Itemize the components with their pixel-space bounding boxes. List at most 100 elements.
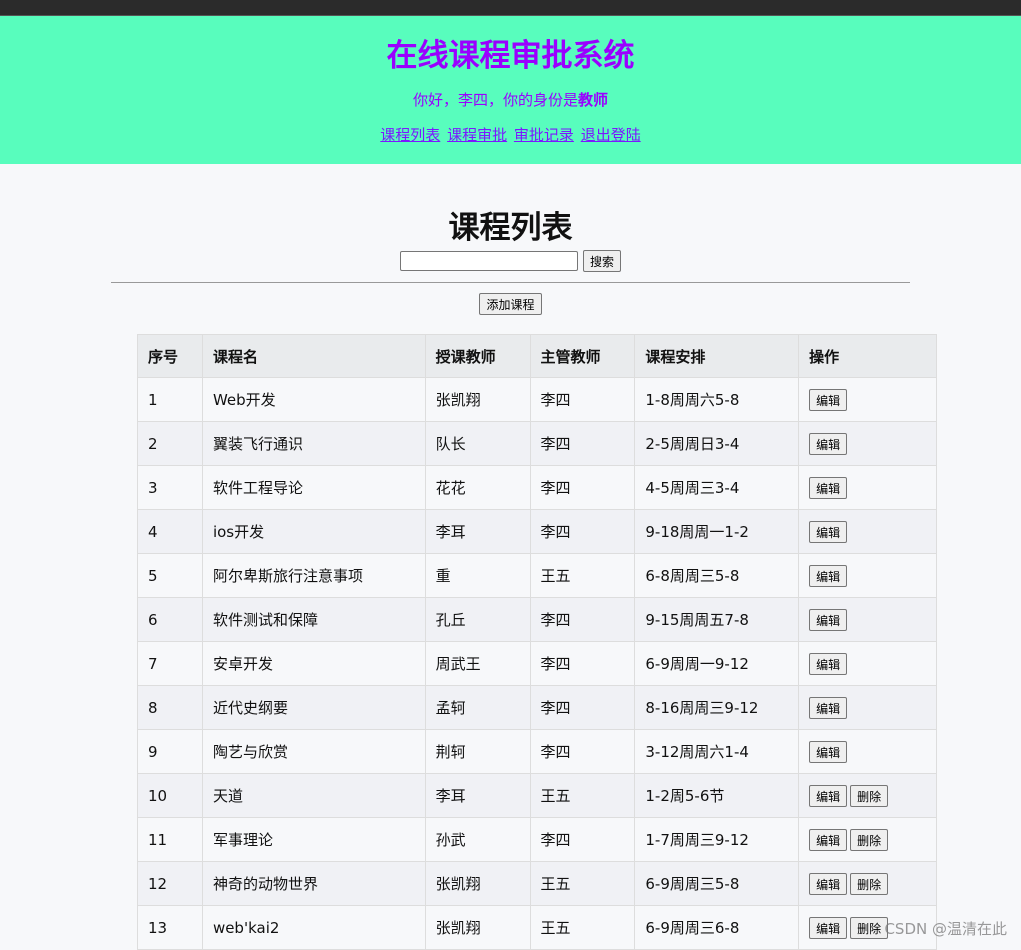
course-table: 序号 课程名 授课教师 主管教师 课程安排 操作 1 Web开发 张凯翔 李四 1-8周… [137,334,937,950]
cell-course-name: 翼装飞行通识 [201,421,426,466]
cell-course-name: 军事理论 [201,817,426,862]
cell-id: 13 [137,905,203,950]
table-row: 6 软件测试和保障 孔丘 李四 9-15周周五7-8 编辑 [137,597,937,642]
cell-course-name: 神奇的动物世界 [201,861,426,906]
table-row: 10 天道 李耳 王五 1-2周5-6节 编辑 删除 [137,773,937,818]
cell-actions: 编辑 [798,685,937,730]
cell-schedule: 4-5周周三3-4 [634,465,800,510]
top-nav: 课程列表 课程审批 审批记录 退出登陆 [0,125,1021,145]
table-row: 8 近代史纲要 孟轲 李四 8-16周周三9-12 编辑 [137,685,937,730]
edit-button[interactable]: 编辑 [809,608,848,631]
cell-id: 7 [137,641,203,686]
page-title: 课程列表 [448,210,573,246]
add-course-row: 添加课程 [0,293,1021,315]
nav-course-approval[interactable]: 课程审批 [447,126,507,144]
table-row: 12 神奇的动物世界 张凯翔 王五 6-9周周三5-8 编辑 删除 [137,861,937,906]
cell-actions: 编辑 删除 [798,817,937,862]
cell-supervisor: 李四 [529,729,636,774]
cell-teacher: 张凯翔 [424,905,531,950]
search-input[interactable] [399,251,578,271]
edit-button[interactable]: 编辑 [809,916,848,939]
cell-schedule: 1-2周5-6节 [634,773,800,818]
col-header-actions: 操作 [798,334,937,378]
edit-button[interactable]: 编辑 [809,564,848,587]
delete-button[interactable]: 删除 [850,872,889,895]
cell-id: 6 [137,597,203,642]
edit-button[interactable]: 编辑 [809,784,848,807]
search-bar: 搜索 [0,250,1021,274]
cell-id: 8 [137,685,203,730]
cell-supervisor: 王五 [529,553,636,598]
delete-button[interactable]: 删除 [850,916,889,939]
cell-supervisor: 李四 [529,597,636,642]
cell-supervisor: 王五 [529,905,636,950]
cell-schedule: 6-9周周一9-12 [634,641,800,686]
table-row: 7 安卓开发 周武王 李四 6-9周周一9-12 编辑 [137,641,937,686]
cell-course-name: 软件工程导论 [201,465,426,510]
add-course-button[interactable]: 添加课程 [479,293,542,315]
cell-id: 5 [137,553,203,598]
cell-teacher: 重 [424,553,531,598]
edit-button[interactable]: 编辑 [809,476,848,499]
cell-supervisor: 李四 [529,509,636,554]
table-row: 13 web'kai2 张凯翔 王五 6-9周周三6-8 编辑 删除 [137,905,937,950]
cell-actions: 编辑 [798,729,937,774]
edit-button[interactable]: 编辑 [809,520,848,543]
cell-supervisor: 王五 [529,861,636,906]
search-button[interactable]: 搜索 [583,250,622,272]
edit-button[interactable]: 编辑 [809,828,848,851]
cell-id: 12 [137,861,203,906]
cell-teacher: 队长 [424,421,531,466]
table-row: 9 陶艺与欣赏 荆轲 李四 3-12周周六1-4 编辑 [137,729,937,774]
system-title: 在线课程审批系统 [386,38,635,74]
user-greeting: 你好，李四，你的身份是教师 [0,90,1021,110]
cell-actions: 编辑 删除 [798,773,937,818]
cell-course-name: 天道 [201,773,426,818]
greeting-text: 你好，李四，你的身份是 [412,91,578,109]
cell-actions: 编辑 [798,641,937,686]
table-row: 4 ios开发 李耳 李四 9-18周周一1-2 编辑 [137,509,937,554]
cell-supervisor: 李四 [529,465,636,510]
cell-teacher: 张凯翔 [424,377,531,422]
cell-course-name: Web开发 [201,377,426,422]
cell-id: 10 [137,773,203,818]
delete-button[interactable]: 删除 [850,828,889,851]
edit-button[interactable]: 编辑 [809,388,848,411]
nav-approval-records[interactable]: 审批记录 [514,126,574,144]
cell-schedule: 9-15周周五7-8 [634,597,800,642]
edit-button[interactable]: 编辑 [809,652,848,675]
cell-supervisor: 李四 [529,685,636,730]
cell-actions: 编辑 [798,465,937,510]
cell-teacher: 孙武 [424,817,531,862]
delete-button[interactable]: 删除 [850,784,889,807]
cell-course-name: web'kai2 [201,905,426,950]
cell-course-name: 近代史纲要 [201,685,426,730]
cell-id: 1 [137,377,203,422]
cell-actions: 编辑 [798,377,937,422]
nav-course-list[interactable]: 课程列表 [380,126,440,144]
col-header-schedule: 课程安排 [634,334,800,378]
watermark: CSDN @温清在此 [884,920,1007,938]
cell-schedule: 8-16周周三9-12 [634,685,800,730]
cell-course-name: 安卓开发 [201,641,426,686]
col-header-teacher: 授课教师 [424,334,531,378]
divider [111,282,910,283]
edit-button[interactable]: 编辑 [809,740,848,763]
cell-teacher: 李耳 [424,509,531,554]
edit-button[interactable]: 编辑 [809,696,848,719]
col-header-id: 序号 [137,334,203,378]
table-body: 1 Web开发 张凯翔 李四 1-8周周六5-8 编辑 2 翼装飞行通识 队长 李四 2-5周周日3… [137,377,937,950]
edit-button[interactable]: 编辑 [809,432,848,455]
table-row: 11 军事理论 孙武 李四 1-7周周三9-12 编辑 删除 [137,817,937,862]
edit-button[interactable]: 编辑 [809,872,848,895]
cell-actions: 编辑 [798,421,937,466]
cell-schedule: 2-5周周日3-4 [634,421,800,466]
cell-schedule: 1-7周周三9-12 [634,817,800,862]
nav-logout[interactable]: 退出登陆 [581,126,641,144]
cell-id: 2 [137,421,203,466]
cell-course-name: 阿尔卑斯旅行注意事项 [201,553,426,598]
cell-supervisor: 李四 [529,641,636,686]
table-row: 5 阿尔卑斯旅行注意事项重王五 6-8周周三5-8 编辑 [137,553,937,598]
cell-teacher: 花花 [424,465,531,510]
cell-actions: 编辑 [798,553,937,598]
